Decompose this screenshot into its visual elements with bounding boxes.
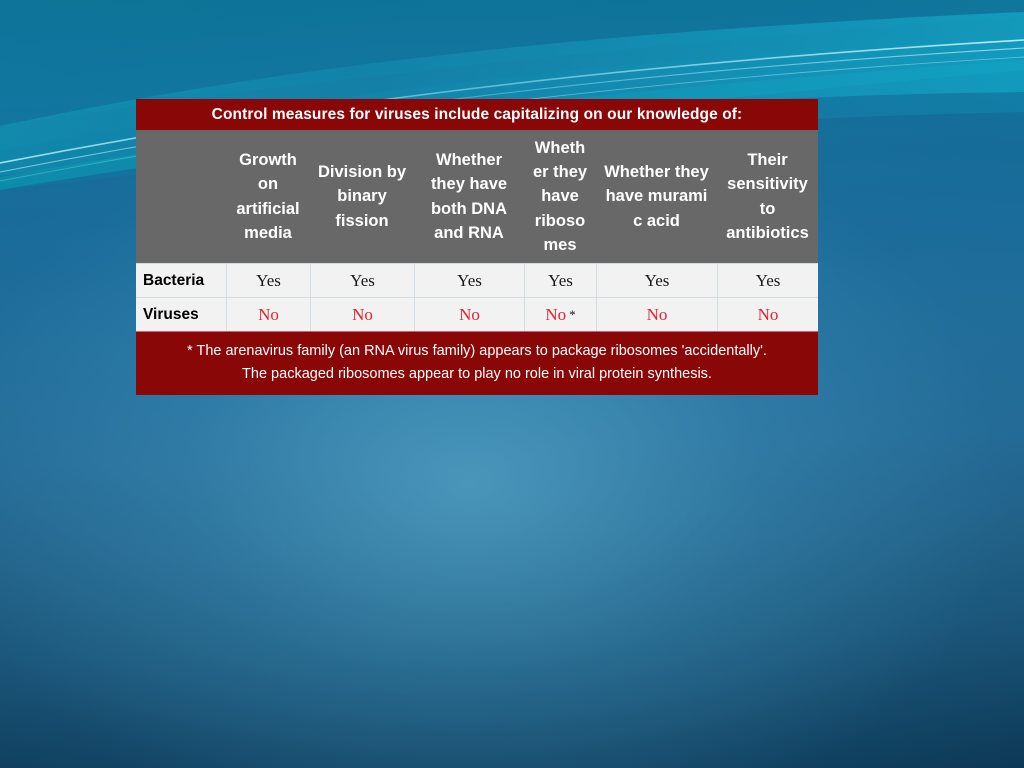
cell-viruses-muramic-acid: No: [596, 298, 717, 331]
footnote-line-2: The packaged ribosomes appear to play no…: [242, 365, 712, 382]
footnote-line-1: * The arenavirus family (an RNA virus fa…: [187, 343, 767, 359]
footnote-marker-asterisk: *: [569, 306, 576, 322]
table-header-row: Growth on artificial media Division by b…: [136, 130, 818, 263]
header-cell-binary-fission: Division by binary fission: [317, 163, 407, 230]
header-cell-dna-rna: Whether they have both DNA and RNA: [430, 151, 508, 242]
cell-bacteria-dna-rna: Yes: [414, 264, 524, 297]
cell-viruses-ribosomes: No *: [524, 298, 596, 331]
header-cell-ribosomes: Wheth er they have riboso mes: [532, 139, 588, 254]
slide-canvas: Control measures for viruses include cap…: [0, 0, 1024, 768]
row-label-viruses: Viruses: [143, 305, 199, 323]
header-cell-muramic-acid: Whether they have murami c acid: [604, 163, 709, 230]
cell-bacteria-muramic-acid: Yes: [596, 264, 717, 297]
table-row-viruses: Viruses No No No No * No No: [136, 297, 818, 331]
cell-viruses-ribosomes-value: No: [545, 304, 567, 324]
table-row-bacteria: Bacteria Yes Yes Yes Yes Yes Yes: [136, 263, 818, 297]
cell-viruses-binary-fission: No: [310, 298, 414, 331]
cell-bacteria-binary-fission: Yes: [310, 264, 414, 297]
cell-viruses-antibiotics: No: [717, 298, 818, 331]
row-label-bacteria: Bacteria: [143, 271, 205, 289]
header-cell-antibiotics: Their sensitivity to antibiotics: [726, 151, 809, 242]
header-cell-growth: Growth on artificial media: [236, 151, 300, 242]
cell-viruses-growth: No: [226, 298, 310, 331]
table-title: Control measures for viruses include cap…: [136, 99, 818, 130]
table-footnote: * The arenavirus family (an RNA virus fa…: [136, 331, 818, 395]
virus-control-table: Control measures for viruses include cap…: [136, 99, 818, 395]
cell-bacteria-growth: Yes: [226, 264, 310, 297]
cell-bacteria-antibiotics: Yes: [717, 264, 818, 297]
cell-bacteria-ribosomes: Yes: [524, 264, 596, 297]
cell-viruses-dna-rna: No: [414, 298, 524, 331]
header-cell-corner: [136, 130, 226, 263]
